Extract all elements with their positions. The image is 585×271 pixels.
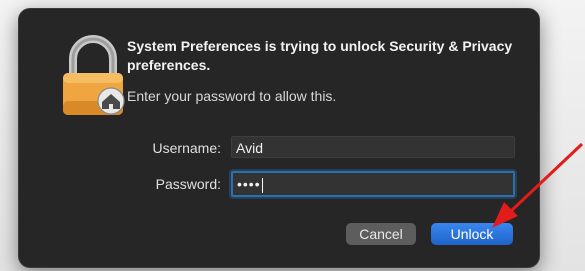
lock-icon (63, 35, 125, 115)
red-arrow-icon (492, 142, 584, 228)
auth-dialog: System Preferences is trying to unlock S… (18, 8, 540, 268)
dialog-instruction: Enter your password to allow this. (127, 88, 337, 104)
cancel-button[interactable]: Cancel (346, 223, 416, 245)
username-label: Username: (152, 140, 221, 156)
text-caret (261, 177, 263, 193)
password-mask: •••• (237, 176, 261, 192)
password-label: Password: (155, 176, 221, 192)
dialog-message: System Preferences is trying to unlock S… (127, 38, 513, 73)
